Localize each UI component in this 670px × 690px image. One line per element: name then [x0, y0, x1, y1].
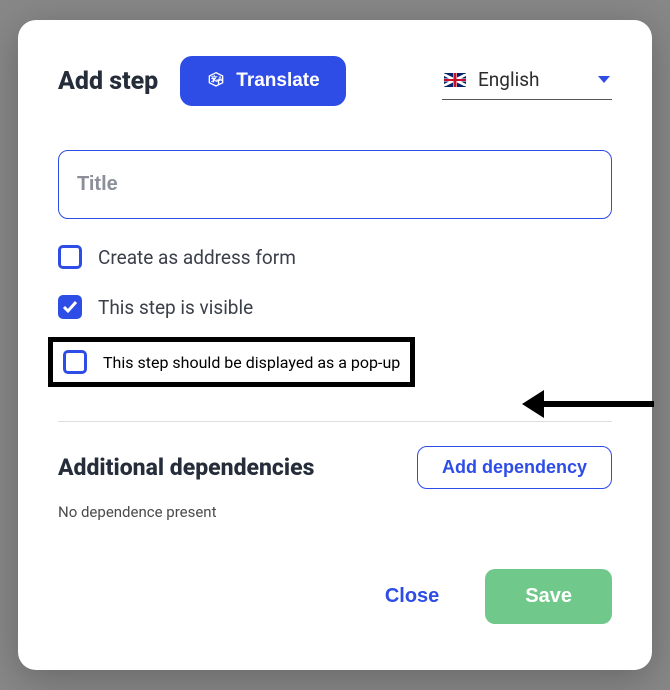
visible-checkbox[interactable] — [58, 295, 82, 319]
translate-label: Translate — [236, 70, 319, 92]
svg-text:文A: 文A — [211, 74, 223, 83]
language-select[interactable]: English — [442, 62, 612, 100]
visible-label: This step is visible — [98, 296, 253, 319]
modal-title: Add step — [58, 67, 158, 96]
modal-footer: Close Save — [58, 569, 612, 624]
translate-icon: 文A — [206, 71, 226, 91]
uk-flag-icon — [444, 73, 466, 87]
dependencies-header: Additional dependencies Add dependency — [58, 446, 612, 489]
annotation-arrow — [522, 390, 654, 418]
divider — [58, 421, 612, 422]
dependencies-title: Additional dependencies — [58, 454, 314, 481]
address-form-checkbox[interactable] — [58, 245, 82, 269]
add-dependency-button[interactable]: Add dependency — [417, 446, 612, 489]
popup-checkbox-highlight: This step should be displayed as a pop-u… — [48, 337, 415, 387]
save-button[interactable]: Save — [485, 569, 612, 624]
close-button[interactable]: Close — [367, 573, 457, 620]
popup-checkbox[interactable] — [63, 350, 87, 374]
checkbox-row-visible: This step is visible — [58, 295, 612, 319]
address-form-label: Create as address form — [98, 246, 296, 269]
checkbox-row-address: Create as address form — [58, 245, 612, 269]
translate-button[interactable]: 文A Translate — [180, 56, 345, 106]
language-label: English — [478, 68, 586, 91]
chevron-down-icon — [598, 76, 610, 83]
add-step-modal: Add step 文A Translate English Create as … — [18, 20, 652, 670]
popup-label: This step should be displayed as a pop-u… — [103, 353, 400, 372]
modal-header: Add step 文A Translate English — [58, 56, 612, 106]
title-input[interactable] — [58, 150, 612, 219]
arrow-head-icon — [522, 390, 544, 418]
arrow-line — [544, 401, 654, 407]
dependencies-empty-text: No dependence present — [58, 503, 612, 521]
